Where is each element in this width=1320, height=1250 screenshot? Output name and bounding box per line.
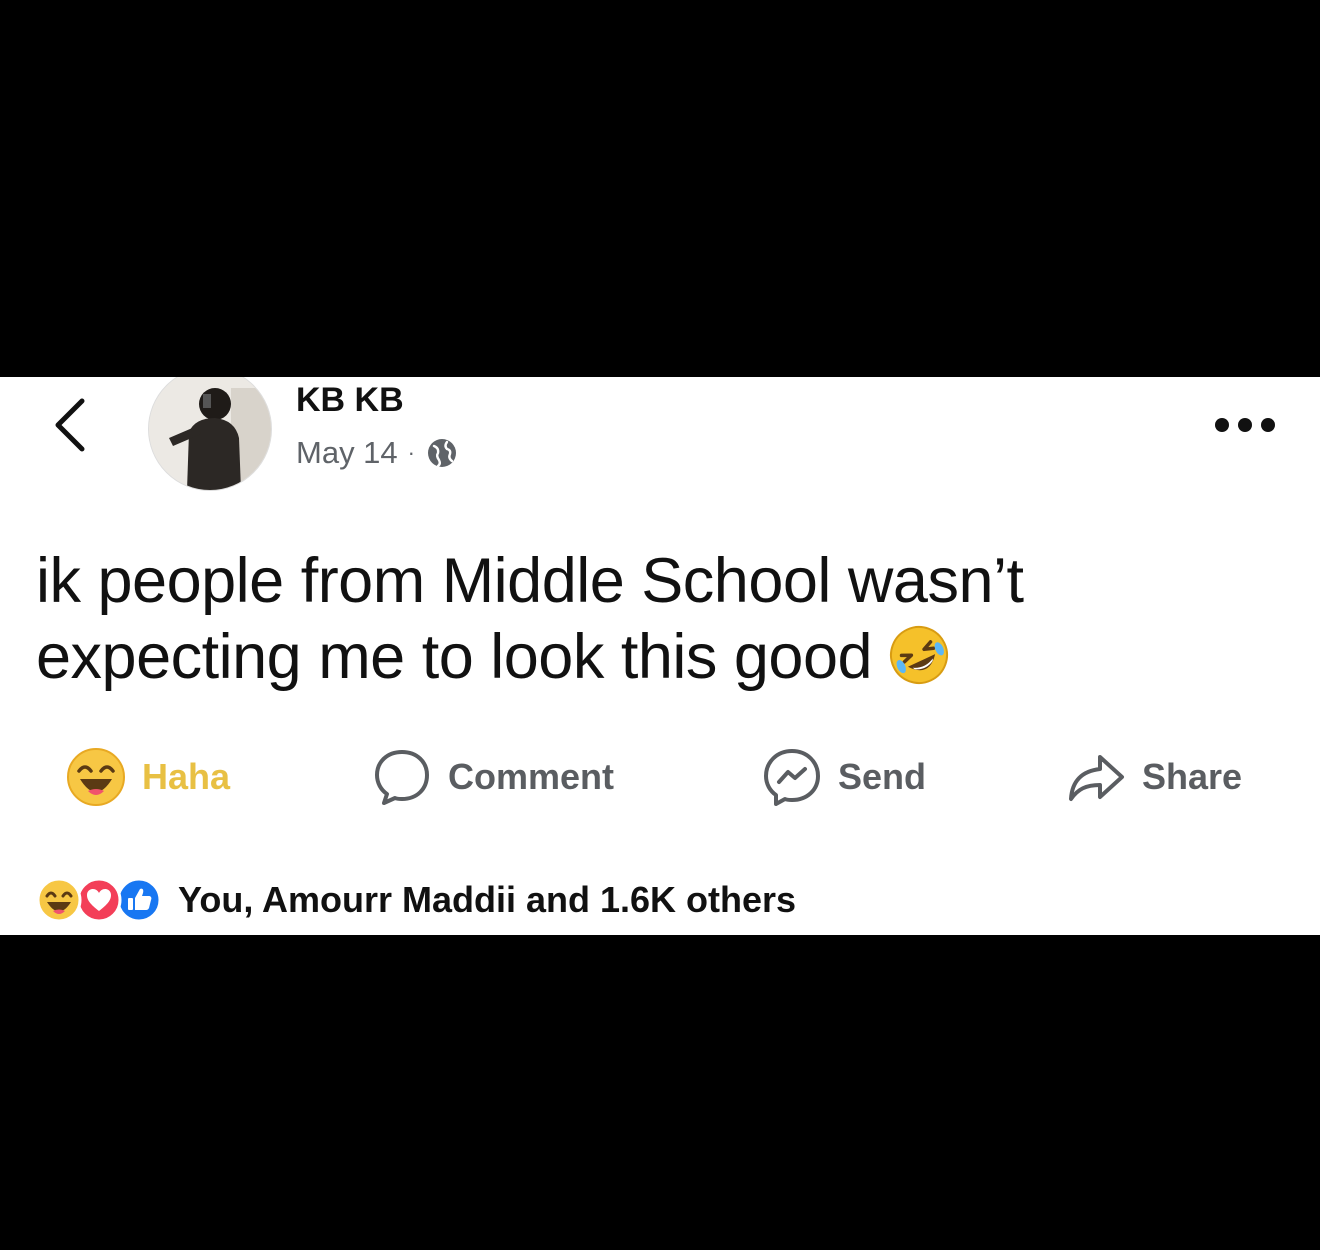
post-meta: May 14 · (296, 435, 459, 471)
top-black-band (0, 0, 1320, 377)
more-options-icon[interactable] (1212, 415, 1278, 435)
rolling-on-floor-laughing-icon (890, 626, 949, 684)
send-button[interactable]: Send (762, 747, 926, 807)
send-label: Send (838, 756, 927, 797)
comment-button[interactable]: Comment (372, 747, 614, 807)
share-button[interactable]: Share (1066, 747, 1242, 807)
reactions-summary[interactable]: You, Amourr Maddii and 1.6K others (36, 875, 796, 925)
reactions-summary-text: You, Amourr Maddii and 1.6K others (178, 879, 797, 920)
comment-label: Comment (448, 756, 615, 797)
post-text: ik people from Middle School wasn’t expe… (36, 546, 1024, 692)
avatar[interactable] (148, 377, 272, 491)
like-reaction-icon (116, 877, 162, 923)
post-actions-bar: Haha Comment Send Share (0, 747, 1320, 807)
author-name[interactable]: KB KB (296, 381, 404, 420)
back-arrow-icon[interactable] (48, 395, 98, 455)
messenger-icon (764, 749, 820, 806)
haha-label: Haha (142, 756, 231, 797)
comment-bubble-icon (375, 750, 429, 805)
facebook-post: KB KB May 14 · ik people from Middle Sch… (0, 377, 1320, 935)
haha-reaction-icon (36, 877, 82, 923)
haha-emoji-icon (67, 748, 125, 806)
bottom-black-band (0, 935, 1320, 1250)
globe-icon (428, 439, 456, 468)
haha-reaction-button[interactable]: Haha (66, 747, 230, 807)
share-arrow-icon (1069, 755, 1124, 801)
love-reaction-icon (76, 877, 122, 923)
share-label: Share (1142, 756, 1243, 797)
post-date[interactable]: May 14 (296, 435, 398, 471)
post-body: ik people from Middle School wasn’t expe… (36, 543, 1136, 695)
meta-separator: · (407, 440, 415, 465)
profile-photo (149, 377, 271, 490)
